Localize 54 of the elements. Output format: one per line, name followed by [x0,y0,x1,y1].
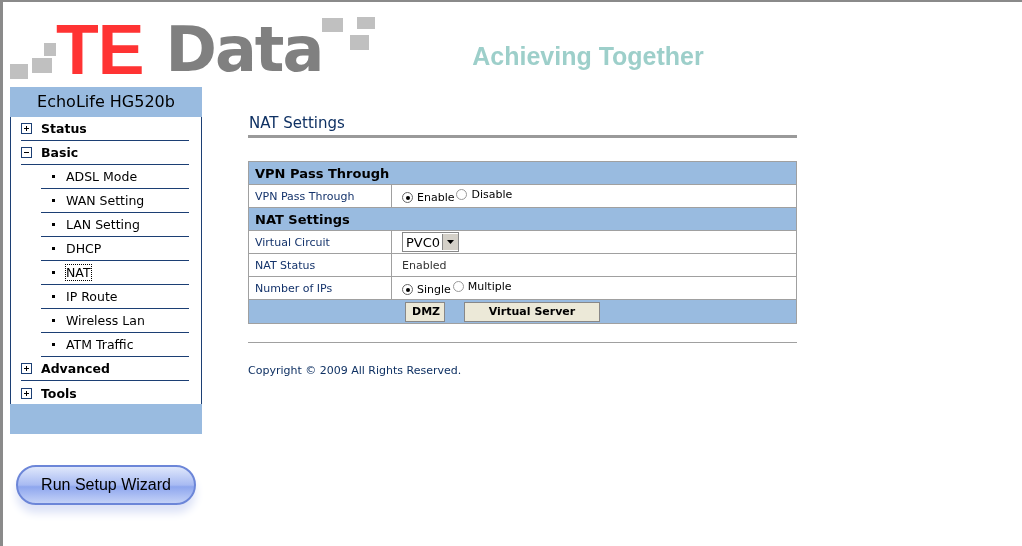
action-button[interactable]: DMZ [405,301,445,322]
bullet-icon [52,175,55,178]
bullet-icon [52,271,55,274]
collapse-icon[interactable] [21,147,32,158]
radio-button[interactable] [402,284,413,296]
field-label: NAT Status [248,253,392,277]
copyright: Copyright © 2009 All Rights Reserved. [248,364,463,377]
logo: TE Data [10,19,378,81]
radio-button[interactable] [402,192,413,204]
bullet-icon [52,223,55,226]
expand-icon[interactable] [21,123,32,134]
virtual-circuit-dropdown[interactable]: PVC0 [402,232,460,252]
menu-label[interactable]: Tools [41,385,77,401]
bullet-icon [52,295,55,298]
submenu-item[interactable]: WAN Setting [65,192,146,209]
run-setup-wizard-button[interactable]: Run Setup Wizard [16,465,196,505]
bullet-icon [52,319,55,322]
submenu-item[interactable]: ATM Traffic [65,336,135,353]
bullet-icon [52,247,55,250]
menu-label[interactable]: Status [41,121,87,136]
menu-item[interactable]: Basic [21,141,189,165]
page-title: NAT Settings [248,114,346,134]
submenu-item[interactable]: IP Route [65,288,119,305]
expand-icon[interactable] [21,363,32,374]
section-header: VPN Pass Through [248,161,797,185]
radio-button[interactable] [456,188,468,200]
field-label: Number of IPs [248,276,392,300]
menu-item[interactable]: Advanced [21,357,189,381]
expand-icon[interactable] [21,387,32,399]
tagline: Achieving Together [472,42,704,71]
field-label: VPN Pass Through [248,184,392,208]
bullet-icon [52,343,55,346]
radio-label[interactable]: Single [417,283,451,297]
field-value: Enabled [402,258,447,272]
submenu-item[interactable]: LAN Setting [65,216,141,233]
submenu-item[interactable]: DHCP [65,240,103,257]
menu-item[interactable]: Tools [21,381,189,405]
action-button[interactable]: Virtual Server [464,301,600,322]
squares-icon [10,43,56,79]
submenu-item[interactable]: Wireless Lan [65,312,146,329]
menu-label[interactable]: Basic [41,145,79,160]
submenu-item[interactable]: ADSL Mode [65,168,139,185]
radio-label[interactable]: Disable [471,187,513,201]
field-label: Virtual Circuit [248,230,392,254]
radio-label[interactable]: Enable [417,191,455,205]
submenu-item[interactable]: NAT [65,264,92,281]
radio-label[interactable]: Multiple [467,279,512,293]
radio-button[interactable] [452,280,464,292]
device-title: EchoLife HG520b [10,87,202,117]
dropdown-arrow-icon[interactable] [447,240,455,244]
section-header: NAT Settings [248,207,797,231]
menu-item[interactable]: Status [21,117,189,141]
menu-label[interactable]: Advanced [41,361,110,376]
bullet-icon [52,199,55,202]
